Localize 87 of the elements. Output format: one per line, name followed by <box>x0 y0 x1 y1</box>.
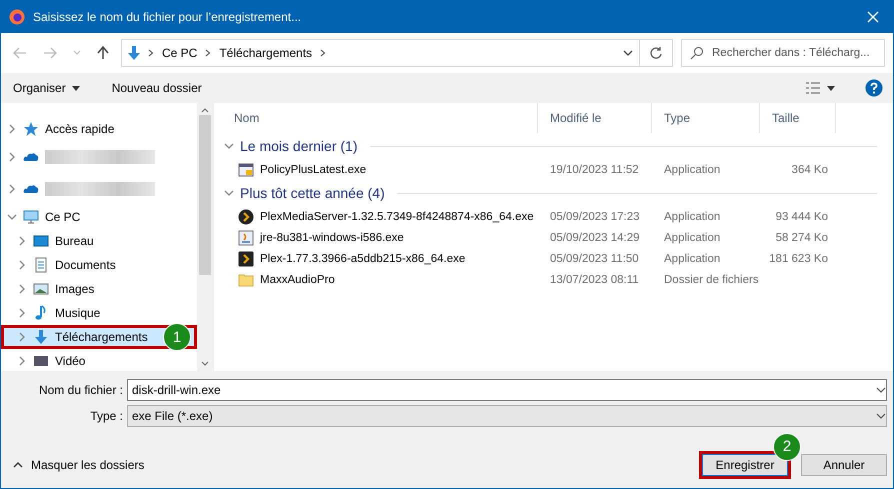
date-cell-text: 05/09/2023 14:29 <box>549 230 641 246</box>
chevron-right-icon[interactable] <box>17 284 27 294</box>
type-label: Type : <box>89 409 123 423</box>
column-header[interactable]: Nom <box>222 103 538 133</box>
chevron-up-icon <box>13 461 23 468</box>
size-cell-text: 93 444 Ko <box>774 210 829 224</box>
sidebar-item[interactable]: Images <box>1 277 197 301</box>
date-cell-text: 13/07/2023 08:11 <box>549 272 640 288</box>
chevron-right-icon[interactable] <box>17 332 27 342</box>
chevron-down-icon[interactable] <box>876 386 886 394</box>
chevron-right-icon[interactable] <box>17 236 27 246</box>
sidebar-item[interactable]: Documents <box>1 253 197 277</box>
download-arrow-icon <box>126 45 142 61</box>
date-cell-text: 05/09/2023 11:50 <box>549 252 640 266</box>
chevron-circle-icon <box>238 208 254 224</box>
new-folder-button[interactable]: Nouveau dossier <box>110 79 204 97</box>
filename-field[interactable]: disk-drill-win.exe <box>127 379 887 401</box>
download-arrow-icon <box>33 329 49 345</box>
chevron-right-icon <box>148 49 154 57</box>
monitor-icon <box>23 209 39 225</box>
file-name-cell[interactable]: PolicyPlusLatest.exe <box>222 159 538 180</box>
chevron-right-icon[interactable] <box>7 184 17 194</box>
sidebar-item[interactable]: Ce PC <box>1 205 197 229</box>
scroll-up-icon[interactable] <box>201 107 209 113</box>
sidebar-item[interactable]: Vidéo <box>1 349 197 371</box>
file-name-cell[interactable]: MaxxAudioPro <box>222 269 538 290</box>
type-cell-text: Dossier de fichiers <box>663 272 760 288</box>
installer-icon <box>238 230 254 246</box>
date-cell-text: 19/10/2023 11:52 <box>549 162 640 178</box>
file-name-cell[interactable]: PlexMediaServer-1.32.5.7349-8f4248874-x86_64.exe <box>222 206 538 227</box>
breadcrumb[interactable]: Ce PC <box>160 46 200 60</box>
star-icon <box>23 121 39 137</box>
chevron-right-icon <box>320 49 326 57</box>
file-type-dropdown[interactable]: exe File (*.exe) <box>127 405 887 427</box>
desktop-icon <box>33 233 49 249</box>
step-badge: 1 <box>163 323 191 351</box>
sidebar-item[interactable]: Accès rapide <box>1 117 197 141</box>
organize-menu-button[interactable]: Organiser <box>11 79 82 97</box>
group-header[interactable]: Plus tôt cette année (4) <box>222 180 893 206</box>
size-cell-text: 364 Ko <box>790 162 829 178</box>
sidebar-item[interactable]: Bureau <box>1 229 197 253</box>
file-name-cell[interactable]: Plex-1.77.3.3966-a5ddb215-x86_64.exe <box>222 248 538 269</box>
chevron-right-icon[interactable] <box>7 152 17 162</box>
group-header[interactable]: Le mois dernier (1) <box>222 133 893 159</box>
type-cell-text: Application <box>663 210 722 224</box>
caret-down-icon <box>72 86 80 90</box>
scroll-down-icon[interactable] <box>201 361 209 367</box>
chevron-square-icon <box>238 250 254 266</box>
type-cell-text: Application <box>663 162 722 178</box>
refresh-icon <box>649 46 663 60</box>
chevron-down-icon[interactable] <box>876 412 886 420</box>
hide-folders-button[interactable]: Masquer les dossiers <box>9 458 148 472</box>
chevron-right-icon[interactable] <box>17 356 27 366</box>
film-icon <box>33 353 49 369</box>
folder-icon <box>238 272 254 288</box>
help-icon[interactable] <box>865 79 883 97</box>
address-bar[interactable]: Ce PC Téléchargements <box>121 39 673 67</box>
column-header[interactable]: Taille <box>760 103 836 133</box>
sidebar-item[interactable]: Musique <box>1 301 197 325</box>
chevron-right-icon[interactable] <box>17 308 27 318</box>
cancel-button[interactable]: Annuler <box>801 454 887 476</box>
step-badge: 2 <box>773 432 801 460</box>
filename-label: Nom du fichier : <box>38 383 123 397</box>
type-cell-text: Application <box>663 230 722 246</box>
column-header[interactable]: Modifié le <box>538 103 652 133</box>
file-name-cell[interactable]: jre-8u381-windows-i586.exe <box>222 227 538 248</box>
document-icon <box>33 257 49 273</box>
save-button[interactable]: Enregistrer <box>702 454 788 476</box>
date-cell-text: 05/09/2023 17:23 <box>549 210 641 224</box>
browser-logo-icon <box>9 9 25 25</box>
chevron-right-icon[interactable] <box>7 124 17 134</box>
details-view-icon <box>805 81 821 95</box>
window-title: Saisissez le nom du fichier pour l’enregistrement... <box>33 10 302 24</box>
breadcrumb[interactable]: Téléchargements <box>217 46 314 60</box>
column-header[interactable]: Type <box>652 103 760 133</box>
search-icon <box>690 46 704 60</box>
chevron-down-icon[interactable] <box>623 49 633 57</box>
sidebar-item[interactable]: Téléchargements 1 <box>1 325 197 349</box>
type-cell-text: Application <box>663 252 722 266</box>
chevron-right-icon[interactable] <box>17 260 27 270</box>
picture-icon <box>33 281 49 297</box>
size-cell-text: 58 274 Ko <box>774 230 829 246</box>
size-cell-text: 181 623 Ko <box>768 252 829 266</box>
chevron-right-icon <box>205 49 212 57</box>
search-field[interactable]: Rechercher dans : Télécharg... <box>681 39 885 67</box>
application-window-icon <box>238 162 254 178</box>
caret-down-icon <box>827 86 835 90</box>
